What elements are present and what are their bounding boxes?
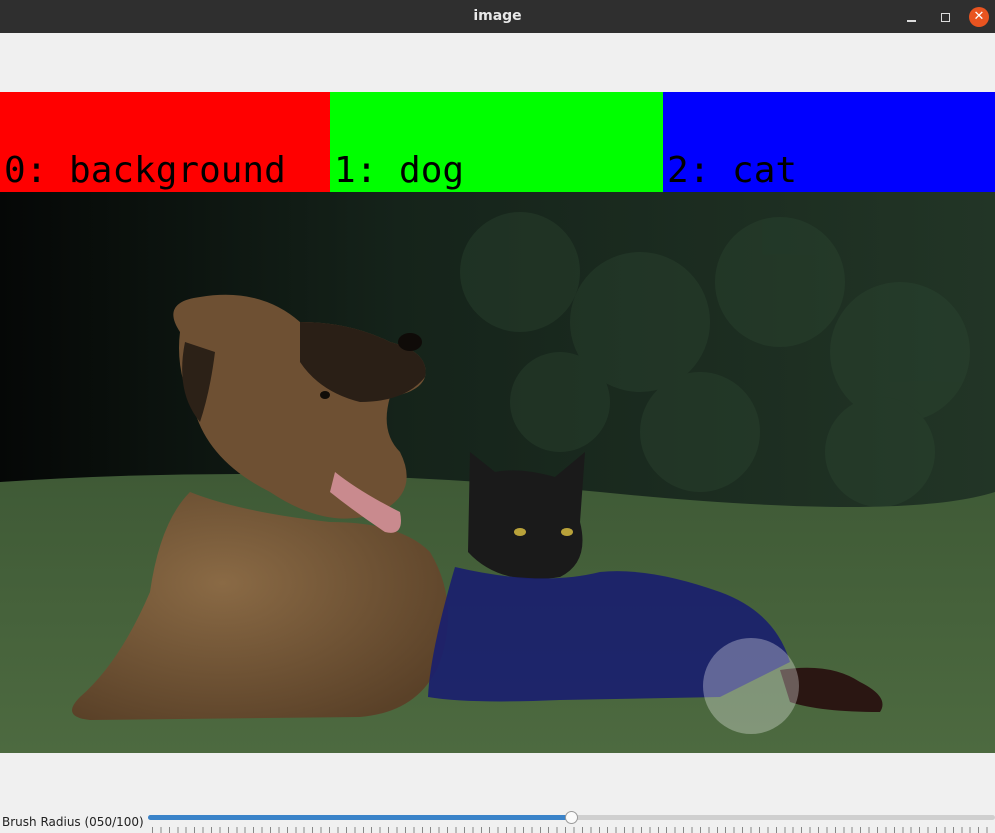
photo-illustration — [0, 192, 995, 753]
photo-scene[interactable] — [0, 192, 995, 753]
brush-radius-trackbar: Brush Radius (050/100) — [0, 808, 995, 833]
label-cat-text: 2: cat — [667, 150, 798, 191]
maximize-button[interactable] — [934, 6, 956, 28]
label-background-text: 0: background — [4, 150, 286, 191]
label-dog-text: 1: dog — [334, 150, 465, 191]
image-canvas[interactable]: 0: background 1: dog 2: cat — [0, 92, 995, 753]
close-button[interactable]: ✕ — [968, 6, 990, 28]
window-titlebar: image ✕ — [0, 0, 995, 33]
maximize-icon — [940, 12, 950, 22]
label-background[interactable]: 0: background — [0, 92, 330, 192]
minimize-icon — [906, 20, 916, 22]
minimize-button[interactable] — [900, 6, 922, 28]
class-label-bar: 0: background 1: dog 2: cat — [0, 92, 995, 192]
label-dog[interactable]: 1: dog — [330, 92, 663, 192]
close-icon: ✕ — [969, 7, 989, 27]
brush-radius-label: Brush Radius (050/100) — [2, 815, 144, 829]
label-cat[interactable]: 2: cat — [663, 92, 995, 192]
trackbar-handle[interactable] — [564, 811, 578, 824]
window-title: image — [473, 8, 522, 24]
trackbar-fill — [148, 815, 572, 820]
trackbar-ticks — [152, 827, 995, 833]
brush-cursor — [703, 638, 799, 734]
